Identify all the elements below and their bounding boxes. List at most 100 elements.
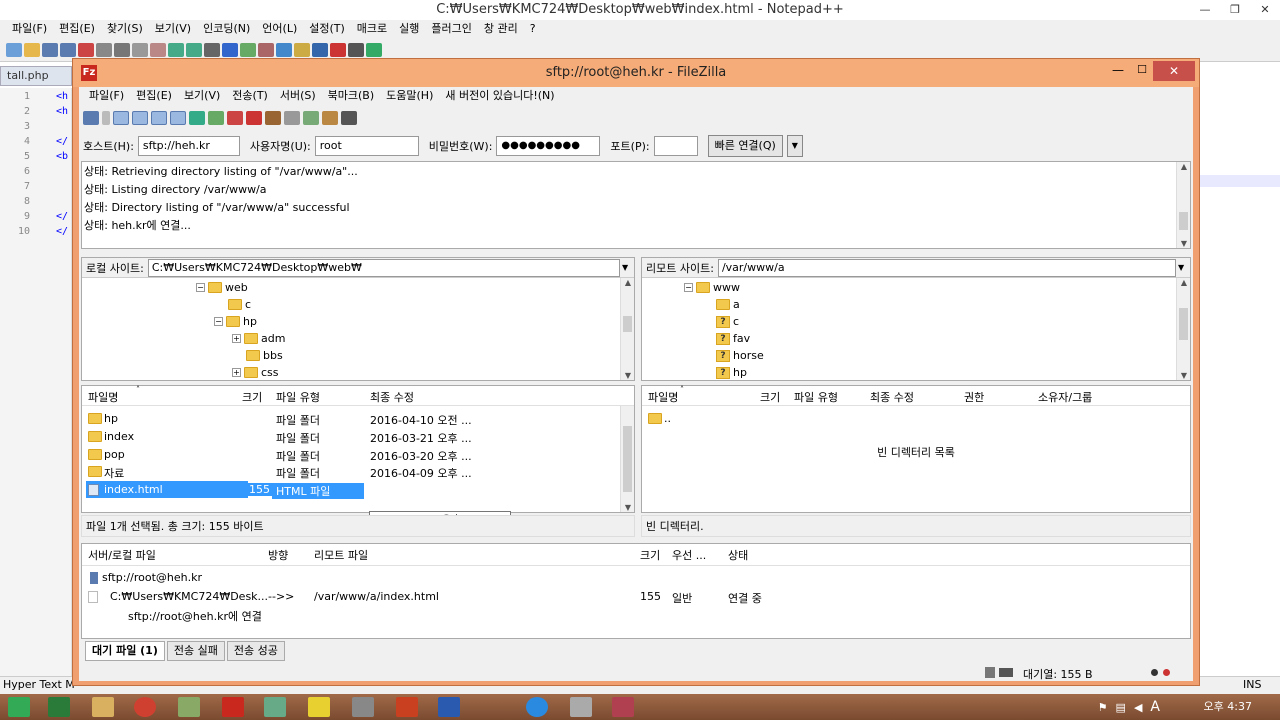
minimize-icon[interactable]: — — [1107, 63, 1129, 81]
password-input[interactable]: ●●●●●●●●● — [496, 136, 601, 156]
toggle-remote-tree-icon[interactable] — [151, 111, 167, 125]
cancel-icon[interactable] — [227, 111, 243, 125]
npp-file-tab[interactable]: tall.php — [0, 66, 72, 86]
fz-menu-help[interactable]: 도움말(H) — [380, 87, 439, 105]
scroll-down-icon[interactable]: ▼ — [621, 503, 635, 512]
fz-menu-edit[interactable]: 편집(E) — [130, 87, 178, 105]
expand-icon[interactable]: + — [232, 368, 241, 377]
npp-menu-edit[interactable]: 편집(E) — [53, 20, 101, 38]
excel-icon[interactable] — [48, 697, 70, 717]
col-size[interactable]: 크기 — [640, 547, 660, 563]
local-files-scrollbar[interactable]: ▼ — [620, 406, 634, 512]
close-icon[interactable]: ✕ — [1153, 61, 1195, 81]
scroll-up-icon[interactable]: ▲ — [1177, 278, 1191, 287]
col-filename[interactable]: 파일명 — [648, 389, 678, 405]
npp-menu-settings[interactable]: 설정(T) — [303, 20, 351, 38]
record-macro-icon[interactable] — [330, 42, 346, 57]
app-icon[interactable] — [612, 697, 634, 717]
zoom-in-icon[interactable] — [240, 42, 256, 57]
filezilla-icon[interactable] — [222, 697, 244, 717]
tree-node[interactable]: bbs — [246, 347, 283, 364]
tab-queued[interactable]: 대기 파일 (1) — [85, 641, 165, 661]
col-filename[interactable]: 파일명 — [88, 389, 118, 405]
save-icon[interactable] — [42, 42, 58, 57]
scroll-down-icon[interactable]: ▼ — [621, 371, 635, 380]
compare-icon[interactable] — [303, 111, 319, 125]
fz-menu-view[interactable]: 보기(V) — [178, 87, 226, 105]
notepadpp-icon[interactable] — [178, 697, 200, 717]
app-icon[interactable] — [570, 697, 592, 717]
clock[interactable]: 오후 4:37 — [1204, 694, 1252, 720]
port-input[interactable] — [653, 136, 698, 156]
table-row[interactable]: pop 파일 폴더 2016-03-20 오후 ... — [82, 446, 634, 464]
app-icon[interactable] — [352, 697, 374, 717]
chevron-down-icon[interactable] — [102, 111, 110, 125]
tree-node[interactable]: c — [228, 296, 251, 313]
tree-node[interactable]: ? fav — [716, 330, 750, 347]
save-all-icon[interactable] — [60, 42, 76, 57]
col-owner[interactable]: 소유자/그룹 — [1038, 389, 1092, 405]
scroll-thumb[interactable] — [1179, 212, 1188, 230]
sync-browse-icon[interactable] — [322, 111, 338, 125]
expand-icon[interactable]: + — [232, 334, 241, 343]
close-icon[interactable]: ✕ — [1250, 0, 1280, 20]
find-icon[interactable] — [204, 42, 220, 57]
user-input[interactable]: root — [314, 136, 419, 156]
col-local-file[interactable]: 서버/로컬 파일 — [88, 547, 156, 563]
tree-node[interactable]: − web — [196, 279, 248, 296]
undo-icon[interactable] — [168, 42, 184, 57]
tree-node[interactable]: ? c — [716, 313, 739, 330]
npp-menu-help[interactable]: ? — [524, 20, 542, 38]
tree-node[interactable]: − hp — [214, 313, 257, 330]
reconnect-icon[interactable] — [265, 111, 281, 125]
npp-menu-plugins[interactable]: 플러그인 — [425, 20, 477, 38]
stop-macro-icon[interactable] — [348, 42, 364, 57]
npp-menu-file[interactable]: 파일(F) — [6, 20, 53, 38]
col-type[interactable]: 파일 유형 — [276, 389, 320, 405]
collapse-icon[interactable]: − — [214, 317, 223, 326]
scroll-thumb[interactable] — [1179, 308, 1188, 340]
indent-icon[interactable] — [312, 42, 328, 57]
npp-menu-encoding[interactable]: 인코딩(N) — [197, 20, 256, 38]
input-language[interactable]: A — [1150, 699, 1160, 715]
col-status[interactable]: 상태 — [728, 547, 748, 563]
col-modified[interactable]: 최종 수정 — [870, 389, 914, 405]
chevron-down-icon[interactable]: ▼ — [1178, 263, 1190, 272]
tree-node[interactable]: a — [716, 296, 740, 313]
tree-node[interactable]: ? horse — [716, 347, 764, 364]
local-tree-scrollbar[interactable]: ▲ ▼ — [620, 278, 634, 380]
new-file-icon[interactable] — [6, 42, 22, 57]
word-icon[interactable] — [438, 697, 460, 717]
quickconnect-button[interactable]: 빠른 연결(Q) — [707, 135, 783, 157]
col-priority[interactable]: 우선 ... — [672, 547, 706, 563]
table-row[interactable]: index 파일 폴더 2016-03-21 오후 ... — [82, 428, 634, 446]
scroll-down-icon[interactable]: ▼ — [1177, 239, 1191, 248]
maximize-icon[interactable]: ☐ — [1131, 63, 1153, 81]
print-icon[interactable] — [96, 42, 112, 57]
table-row[interactable]: hp 파일 폴더 2016-04-10 오전 ... — [82, 410, 634, 428]
scroll-up-icon[interactable]: ▲ — [1177, 162, 1191, 171]
remote-tree-scrollbar[interactable]: ▲ ▼ — [1176, 278, 1190, 380]
col-size[interactable]: 크기 — [760, 389, 780, 405]
queue-server-row[interactable]: sftp://root@heh.kr — [82, 569, 1190, 587]
chevron-down-icon[interactable]: ▼ — [622, 263, 634, 272]
explorer-icon[interactable] — [92, 697, 114, 717]
host-input[interactable]: sftp://heh.kr — [137, 136, 240, 156]
toggle-local-tree-icon[interactable] — [132, 111, 148, 125]
close-file-icon[interactable] — [78, 42, 94, 57]
zoom-out-icon[interactable] — [258, 42, 274, 57]
replace-icon[interactable] — [222, 42, 238, 57]
npp-menu-language[interactable]: 언어(L) — [256, 20, 303, 38]
tab-failed[interactable]: 전송 실패 — [166, 641, 225, 661]
npp-menu-run[interactable]: 실행 — [393, 20, 425, 38]
start-icon[interactable] — [8, 697, 30, 717]
col-permissions[interactable]: 권한 — [964, 389, 984, 405]
col-size[interactable]: 크기 — [242, 389, 262, 405]
collapse-icon[interactable]: − — [684, 283, 693, 292]
search-icon[interactable] — [341, 111, 357, 125]
quickconnect-dropdown-icon[interactable]: ▼ — [786, 135, 803, 157]
scroll-thumb[interactable] — [623, 316, 632, 332]
tree-node[interactable]: + css — [232, 364, 279, 381]
col-direction[interactable]: 방향 — [268, 547, 288, 563]
wrap-icon[interactable] — [294, 42, 310, 57]
